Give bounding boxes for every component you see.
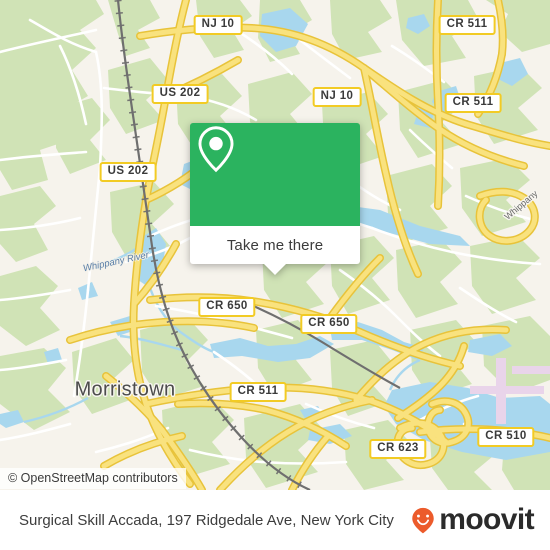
moovit-pin-icon: [412, 507, 434, 534]
screenshot-root: NJ 10 CR 511 US 202 NJ 10 CR 511 US 202 CR 650…: [0, 0, 550, 550]
road-shield: CR 650: [300, 314, 358, 334]
road-shield: CR 650: [198, 297, 256, 317]
road-shield: CR 511: [438, 15, 496, 35]
road-shield: NJ 10: [312, 87, 362, 107]
moovit-wordmark: moovit: [439, 503, 534, 536]
road-shield: US 202: [99, 162, 157, 182]
place-label: Morristown: [74, 378, 176, 401]
road-shield: CR 623: [369, 439, 427, 459]
road-shield: CR 511: [229, 382, 287, 402]
road-shield: US 202: [151, 84, 209, 104]
map-attribution[interactable]: © OpenStreetMap contributors: [0, 468, 186, 489]
popup-pointer-tail: [264, 264, 286, 275]
location-title: Surgical Skill Accada, 197 Ridgedale Ave…: [19, 511, 394, 529]
road-shield: CR 510: [477, 427, 535, 447]
road-shield: CR 511: [444, 93, 502, 113]
moovit-brand[interactable]: moovit: [409, 505, 550, 535]
popup-header: [190, 123, 360, 226]
take-me-there-label: Take me there: [226, 236, 324, 254]
location-popup-card[interactable]: Take me there: [190, 123, 360, 275]
map-pin-icon: [198, 126, 234, 173]
popup-action-bar[interactable]: Take me there: [190, 226, 360, 264]
road-shield: NJ 10: [193, 15, 243, 35]
map-canvas[interactable]: NJ 10 CR 511 US 202 NJ 10 CR 511 US 202 CR 650…: [0, 0, 550, 490]
footer-bar: Surgical Skill Accada, 197 Ridgedale Ave…: [0, 490, 550, 550]
